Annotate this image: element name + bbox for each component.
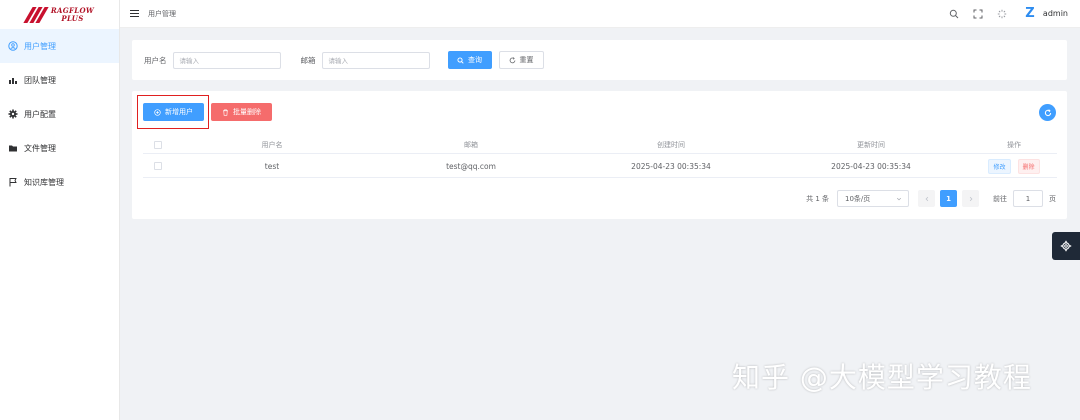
email-input[interactable]: 请输入 — [321, 51, 430, 69]
edit-button[interactable]: 修改 — [988, 158, 1011, 174]
query-button[interactable]: 查询 — [447, 51, 492, 69]
sidebar-item-label: 用户管理 — [24, 41, 56, 51]
gear-icon — [1060, 240, 1072, 252]
sidebar-item-label: 文件管理 — [24, 143, 56, 153]
cell-updated: 2025-04-23 00:35:34 — [831, 161, 911, 171]
next-page-button[interactable] — [962, 190, 979, 207]
refresh-button[interactable] — [1039, 104, 1056, 121]
sidebar-item-file-management[interactable]: 文件管理 — [0, 131, 119, 165]
username-placeholder: 请输入 — [179, 57, 200, 65]
logo-line2: PLUS — [61, 14, 84, 23]
settings-button[interactable] — [1052, 232, 1080, 260]
email-label: 邮箱 — [300, 55, 316, 65]
flag-icon — [8, 177, 18, 187]
sidebar: RAGFLOW PLUS 用户管理 团队管理 用户配置 文件管理 知识库管理 — [0, 0, 120, 420]
top-header: 用户管理 Z admin — [120, 0, 1080, 28]
logo-mark-icon — [23, 6, 49, 24]
total-count: 共 1 条 — [806, 194, 829, 203]
sidebar-item-label: 用户配置 — [24, 109, 56, 119]
plus-circle-icon — [154, 108, 161, 116]
sidebar-item-label: 团队管理 — [24, 75, 56, 85]
gear-icon — [8, 109, 18, 119]
app-logo[interactable]: RAGFLOW PLUS — [0, 0, 119, 28]
menu-toggle-icon[interactable] — [130, 9, 139, 18]
breadcrumb: 用户管理 — [148, 9, 176, 18]
search-panel: 用户名 请输入 邮箱 请输入 查询 重置 — [132, 40, 1067, 80]
refresh-icon — [1044, 108, 1051, 116]
prev-page-button[interactable] — [918, 190, 935, 207]
fullscreen-icon[interactable] — [971, 7, 985, 21]
reset-button[interactable]: 重置 — [498, 51, 544, 69]
sidebar-item-user-config[interactable]: 用户配置 — [0, 97, 119, 131]
theme-icon[interactable] — [995, 7, 1009, 21]
avatar-icon[interactable]: Z — [1023, 6, 1037, 21]
sidebar-item-team-management[interactable]: 团队管理 — [0, 63, 119, 97]
search-icon — [457, 56, 464, 64]
table-row: test test@qq.com 2025-04-23 00:35:34 202… — [143, 155, 1057, 178]
column-username: 用户名 — [261, 140, 283, 149]
bar-chart-icon — [8, 75, 18, 85]
chevron-right-icon — [969, 196, 972, 201]
column-created: 创建时间 — [657, 140, 685, 149]
search-icon[interactable] — [947, 7, 961, 21]
add-user-button[interactable]: 新增用户 — [143, 103, 204, 121]
chevron-left-icon — [925, 196, 928, 201]
cell-created: 2025-04-23 00:35:34 — [631, 161, 711, 171]
pagination: 共 1 条 10条/页 1 前往 1 页 — [806, 190, 1056, 207]
user-name[interactable]: admin — [1043, 9, 1068, 18]
cell-email: test@qq.com — [446, 161, 496, 171]
table-header: 用户名 邮箱 创建时间 更新时间 操作 — [143, 136, 1057, 154]
delete-button[interactable]: 删除 — [1017, 158, 1040, 174]
goto-page-input[interactable]: 1 — [1013, 190, 1043, 207]
folder-icon — [8, 143, 18, 153]
select-all-checkbox[interactable] — [154, 140, 162, 149]
sidebar-item-knowledge-base[interactable]: 知识库管理 — [0, 165, 119, 199]
sidebar-item-user-management[interactable]: 用户管理 — [0, 29, 119, 63]
page-number-button[interactable]: 1 — [940, 190, 957, 207]
refresh-icon — [509, 56, 516, 64]
trash-icon — [222, 109, 229, 116]
row-checkbox[interactable] — [154, 162, 162, 170]
batch-delete-button[interactable]: 批量删除 — [211, 103, 272, 121]
cell-username: test — [264, 161, 280, 171]
username-label: 用户名 — [144, 55, 167, 65]
page-suffix: 页 — [1049, 194, 1056, 203]
page-size-select[interactable]: 10条/页 — [837, 190, 909, 207]
username-input[interactable]: 请输入 — [172, 51, 281, 69]
column-actions: 操作 — [1007, 140, 1021, 149]
watermark-text: 知乎 @大模型学习教程 — [732, 361, 1032, 394]
sidebar-item-label: 知识库管理 — [24, 177, 64, 187]
goto-label: 前往 — [993, 194, 1007, 203]
email-placeholder: 请输入 — [328, 57, 349, 65]
column-email: 邮箱 — [464, 140, 478, 149]
column-updated: 更新时间 — [857, 140, 885, 149]
chevron-down-icon — [896, 196, 902, 204]
user-circle-icon — [8, 41, 18, 51]
